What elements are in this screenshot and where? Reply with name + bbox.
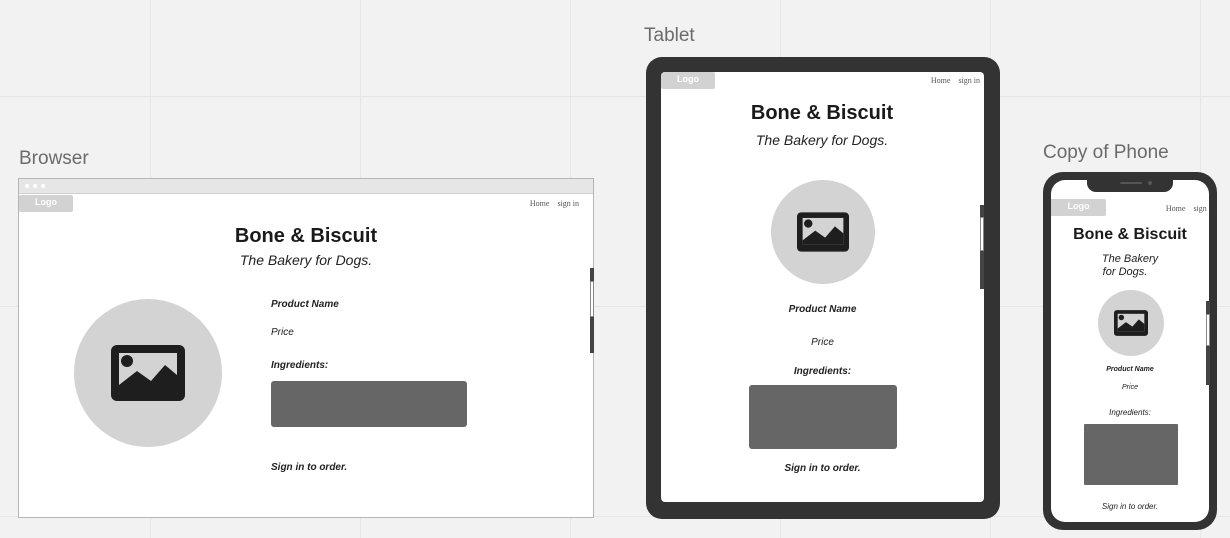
browser-titlebar [19, 179, 593, 194]
top-nav: Home sign in [524, 199, 579, 208]
scrollbar-thumb[interactable] [590, 281, 594, 317]
site-title: Bone & Biscuit [234, 225, 378, 247]
window-dot-icon [25, 184, 29, 188]
nav-link-home[interactable]: Home [530, 199, 550, 208]
nav-link-sign-in[interactable]: sign in [958, 76, 980, 85]
nav-link-sign-in[interactable]: sign in [1193, 204, 1209, 213]
ingredients-label: Ingredients: [271, 360, 329, 371]
product-name-label: Product Name [788, 304, 857, 315]
browser-frame-label: Browser [19, 148, 89, 169]
image-icon [797, 212, 849, 252]
ingredients-label: Ingredients: [793, 366, 852, 377]
nav-link-home[interactable]: Home [931, 76, 951, 85]
ingredients-box [271, 381, 467, 427]
scrollbar-thumb[interactable] [980, 217, 984, 251]
browser-window: Logo Home sign in Bone & Biscuit The Bak… [18, 178, 594, 518]
camera-icon [1148, 181, 1152, 185]
site-title: Bone & Biscuit [750, 102, 894, 124]
sign-in-to-order-text[interactable]: Sign in to order. [1051, 502, 1209, 511]
product-image-placeholder [1098, 290, 1164, 356]
tablet-frame-label: Tablet [644, 25, 695, 46]
nav-link-home[interactable]: Home [1166, 204, 1186, 213]
product-name-label: Product Name [271, 299, 339, 310]
sign-in-to-order-text[interactable]: Sign in to order. [661, 463, 984, 474]
product-image-placeholder [771, 180, 875, 284]
phone-frame-label: Copy of Phone [1043, 142, 1169, 163]
tablet-device: Logo Home sign in Bone & Biscuit The Bak… [646, 57, 1000, 519]
site-subtitle: The Bakery for Dogs. [1051, 253, 1209, 279]
window-dot-icon [41, 184, 45, 188]
image-icon [111, 345, 185, 401]
site-subtitle-line: The Bakery [1101, 253, 1159, 265]
sign-in-to-order-text[interactable]: Sign in to order. [271, 462, 347, 473]
scrollbar-thumb[interactable] [1206, 314, 1210, 346]
price-label: Price [1122, 384, 1138, 391]
ingredients-box [749, 385, 897, 449]
site-subtitle: The Bakery for Dogs. [755, 132, 889, 148]
top-nav: Home sign in [1160, 204, 1209, 213]
nav-link-sign-in[interactable]: sign in [557, 199, 579, 208]
logo[interactable]: Logo [1051, 199, 1106, 216]
logo[interactable]: Logo [19, 195, 73, 212]
price-label: Price [811, 337, 834, 348]
price-label: Price [271, 327, 294, 338]
ingredients-label: Ingredients: [1109, 408, 1151, 417]
phone-notch [1087, 172, 1173, 192]
ingredients-box [1084, 424, 1178, 485]
window-dot-icon [33, 184, 37, 188]
site-subtitle: The Bakery for Dogs. [239, 252, 373, 268]
site-subtitle-line: for Dogs. [1102, 266, 1148, 278]
tablet-screen: Logo Home sign in Bone & Biscuit The Bak… [661, 72, 984, 502]
logo[interactable]: Logo [661, 72, 715, 89]
image-icon [1114, 310, 1148, 336]
top-nav: Home sign in [925, 76, 980, 85]
speaker-icon [1120, 182, 1142, 184]
product-image-placeholder [74, 299, 222, 447]
product-name-label: Product Name [1106, 366, 1154, 373]
phone-device: Logo Home sign in Bone & Biscuit The Bak… [1043, 172, 1217, 530]
site-title: Bone & Biscuit [1073, 226, 1187, 243]
phone-screen: Logo Home sign in Bone & Biscuit The Bak… [1051, 180, 1209, 522]
